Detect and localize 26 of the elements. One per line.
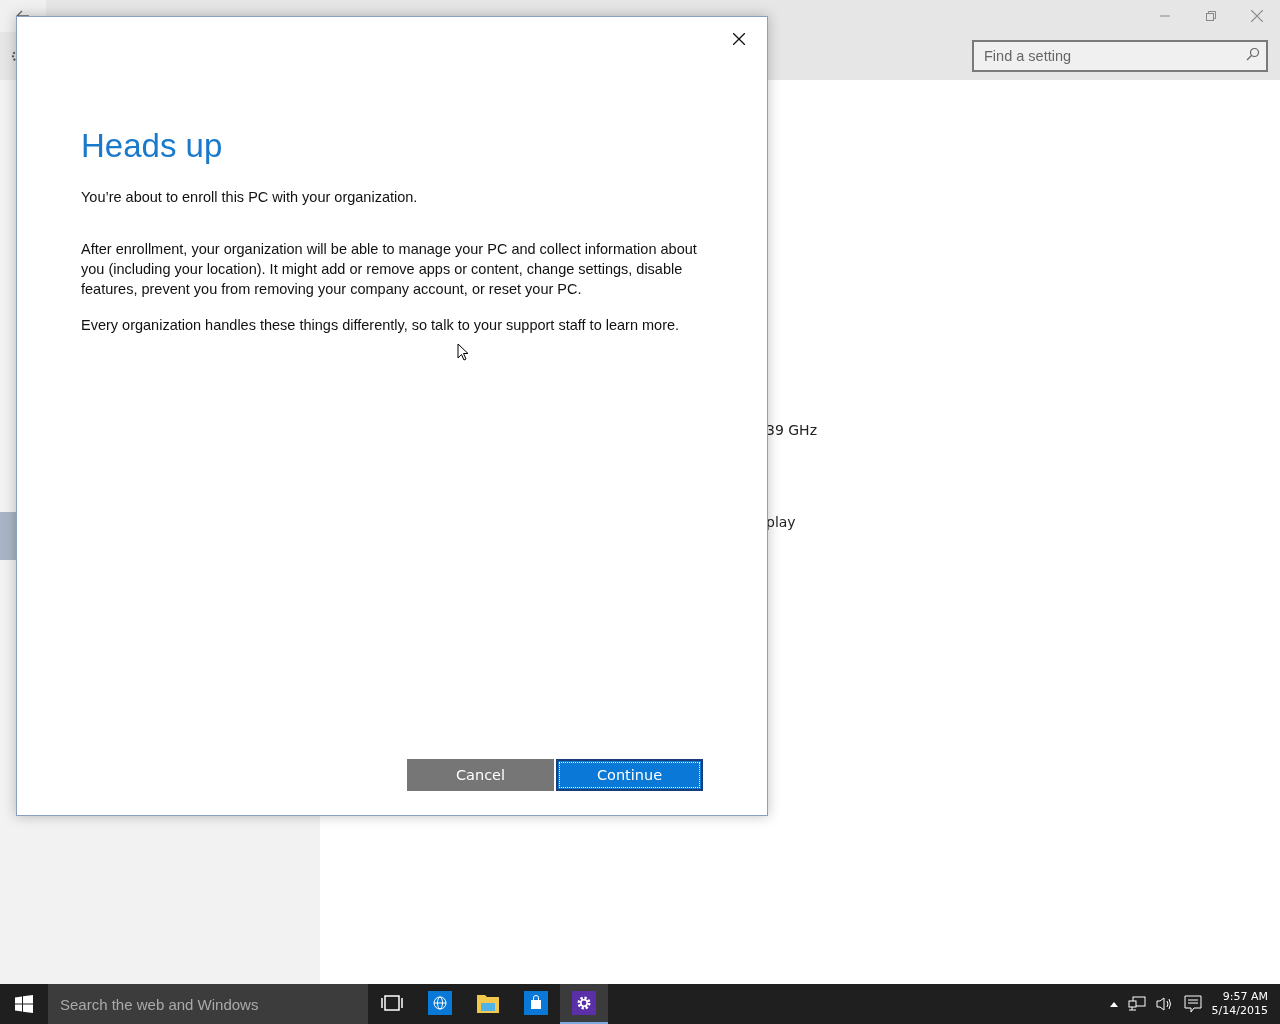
clock[interactable]: 9:57 AM 5/14/2015 [1211, 990, 1268, 1018]
taskbar-app-button[interactable] [560, 984, 608, 1024]
mouse-cursor-icon [457, 343, 469, 361]
close-icon [733, 33, 745, 45]
taskbar-search-field[interactable]: Search the web and Windows [48, 984, 368, 1024]
up-caret-icon[interactable] [1109, 1001, 1118, 1007]
intro-text: You’re about to enroll this PC with your organization. [81, 188, 419, 207]
folder-icon [476, 992, 500, 1014]
setting-value: 39 GHz [766, 422, 818, 438]
settings-icon [572, 991, 596, 1015]
continue-button[interactable]: Continue [556, 759, 703, 791]
cancel-button[interactable]: Cancel [407, 759, 554, 791]
windows-logo-icon [15, 995, 33, 1013]
globe-icon [428, 991, 452, 1015]
close-icon[interactable] [1251, 10, 1263, 22]
paragraph: Every organization handles these things differently, so talk to your support staff to learn more. [81, 316, 681, 335]
message-icon[interactable] [1183, 995, 1202, 1013]
task-view-icon [381, 994, 403, 1012]
search-icon [1246, 47, 1260, 61]
volume-icon[interactable] [1155, 996, 1174, 1012]
search-field[interactable]: Find a setting [972, 40, 1268, 72]
network-icon[interactable] [1127, 996, 1146, 1012]
paragraph: After enrollment, your organization will be able to manage your PC and collect information about you (including your location). It might add or remove apps or content, change settings, disable features, prevent you from removing your company account, or reset your PC. [81, 240, 698, 299]
shopping-bag-icon [524, 991, 548, 1015]
restore-icon[interactable] [1206, 11, 1216, 21]
dialog-title: Heads up [81, 127, 224, 165]
